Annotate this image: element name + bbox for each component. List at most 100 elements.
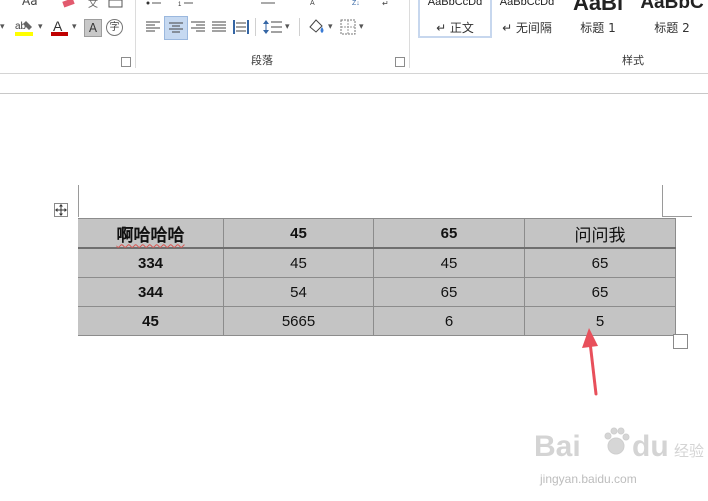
paragraph-dialog-launcher[interactable] xyxy=(395,57,405,67)
table-cell[interactable]: 65 xyxy=(373,277,525,307)
justify-icon[interactable] xyxy=(211,20,227,34)
style-preview: AaBbC xyxy=(640,0,704,13)
clipped-font-text: Aa xyxy=(22,0,38,8)
show-marks-icon[interactable]: ↵ xyxy=(382,0,396,8)
enclose-characters-icon[interactable] xyxy=(108,0,124,8)
move-arrows-icon xyxy=(55,204,67,216)
cell-text: 45 xyxy=(440,254,458,272)
phonetic-guide-text: 文 xyxy=(88,0,98,10)
table-cell[interactable]: 334 xyxy=(69,247,224,278)
paragraph-group-label: 段落 xyxy=(251,55,273,67)
svg-text:Bai: Bai xyxy=(534,430,581,463)
ribbon: Aa 文 ▾ ab ▾ A ▾ A 字 1 A Z↓ ↵ ▾ ▾ ▾ 段落 Aa… xyxy=(0,0,708,74)
style-name: 标题 1 xyxy=(580,21,616,35)
sort-icon[interactable]: A xyxy=(310,0,324,6)
style-heading-1[interactable]: AaBl 标题 1 xyxy=(565,0,631,38)
align-right-icon[interactable] xyxy=(190,20,206,34)
table-row: 334 45 45 65 xyxy=(69,247,676,278)
dropdown-arrow-icon[interactable]: ▾ xyxy=(285,22,290,32)
bullets-icon[interactable] xyxy=(146,0,162,8)
cell-text: 65 xyxy=(440,283,458,301)
table-cell[interactable]: 45 xyxy=(223,247,374,278)
cell-text: 65 xyxy=(440,224,458,242)
dropdown-arrow-icon[interactable]: ▾ xyxy=(38,22,43,32)
toolbar-divider xyxy=(255,18,256,36)
table-cell[interactable]: 65 xyxy=(524,277,676,307)
align-center-icon xyxy=(169,22,183,33)
style-preview: AaBl xyxy=(572,0,624,15)
enclosed-character-button[interactable]: 字 xyxy=(106,19,123,36)
text-highlight-color-icon[interactable]: ab xyxy=(14,18,36,38)
cell-text: 65 xyxy=(591,283,609,301)
style-name: ↵ 正文 xyxy=(436,21,474,35)
svg-text:经验: 经验 xyxy=(674,442,704,460)
svg-text:↵: ↵ xyxy=(382,0,389,8)
table-cell[interactable]: 54 xyxy=(223,277,374,307)
character-shading-button[interactable]: A xyxy=(84,19,102,37)
cell-text: 45 xyxy=(290,224,307,242)
group-separator xyxy=(409,0,410,68)
table-cell[interactable]: 6 xyxy=(373,306,525,336)
cell-text: 344 xyxy=(137,283,164,301)
cell-text: 啊哈哈哈 xyxy=(116,225,185,245)
character-shading-label: A xyxy=(88,21,98,35)
styles-group-label: 样式 xyxy=(622,55,644,67)
annotation-arrow xyxy=(582,328,598,396)
table-cell[interactable]: 45 xyxy=(373,247,525,278)
svg-text:A: A xyxy=(53,18,63,34)
style-heading-2[interactable]: AaBbC 标题 2 xyxy=(636,0,708,38)
cell-text: 45 xyxy=(290,254,307,272)
dropdown-arrow-icon[interactable]: ▾ xyxy=(0,22,5,32)
style-preview: AaBbCcDd xyxy=(427,0,483,8)
style-name: ↵ 无间隔 xyxy=(502,21,552,35)
svg-text:A: A xyxy=(310,0,315,6)
toolbar-divider xyxy=(299,18,300,36)
cell-text: 65 xyxy=(591,254,609,272)
table-cell[interactable]: 45 xyxy=(223,218,374,249)
decrease-indent-icon[interactable] xyxy=(260,0,276,8)
sort-az-icon[interactable]: Z↓ xyxy=(352,0,368,8)
style-preview: AaBbCcDd xyxy=(499,0,555,8)
table-cell[interactable]: 65 xyxy=(373,218,525,249)
align-left-icon[interactable] xyxy=(145,20,161,34)
cell-text: 问问我 xyxy=(574,225,626,245)
eraser-icon[interactable] xyxy=(62,0,76,8)
font-dialog-launcher[interactable] xyxy=(121,57,131,67)
table-cell[interactable]: 344 xyxy=(69,277,224,307)
svg-text:du: du xyxy=(632,430,669,463)
shading-icon[interactable] xyxy=(306,17,328,37)
distributed-icon[interactable] xyxy=(232,18,250,36)
margin-mark xyxy=(78,185,79,217)
svg-text:1: 1 xyxy=(178,2,182,8)
cell-text: 334 xyxy=(137,254,164,272)
style-no-spacing[interactable]: AaBbCcDd ↵ 无间隔 xyxy=(492,0,562,38)
table-cell[interactable]: 45 xyxy=(69,306,224,336)
table-header-row: 啊哈哈哈 45 65 问问我 xyxy=(69,218,676,249)
table-cell[interactable]: 5665 xyxy=(223,306,374,336)
font-color-icon[interactable]: A xyxy=(50,18,70,38)
table-row: 344 54 65 65 xyxy=(69,277,676,307)
line-spacing-icon[interactable] xyxy=(262,18,284,36)
table-cell[interactable]: 问问我 xyxy=(524,218,676,249)
data-table[interactable]: 啊哈哈哈 45 65 问问我 334 45 45 65 344 54 65 65… xyxy=(69,218,676,336)
table-cell[interactable]: 65 xyxy=(524,247,676,278)
group-separator xyxy=(135,0,136,68)
table-move-handle[interactable] xyxy=(54,203,68,217)
margin-mark xyxy=(662,185,663,217)
page-top-boundary xyxy=(0,93,708,94)
style-normal[interactable]: AaBbCcDd ↵ 正文 xyxy=(418,0,492,38)
cell-text: 54 xyxy=(290,283,307,301)
watermark-url: jingyan.baidu.com xyxy=(540,472,637,486)
table-cell[interactable]: 啊哈哈哈 xyxy=(69,218,224,249)
dropdown-arrow-icon[interactable]: ▾ xyxy=(72,22,77,32)
numbering-icon[interactable]: 1 xyxy=(178,0,194,8)
enclosed-character-label: 字 xyxy=(109,22,120,33)
cell-text: 6 xyxy=(444,312,454,330)
svg-text:Z↓: Z↓ xyxy=(352,0,360,7)
borders-icon[interactable] xyxy=(340,19,356,35)
dropdown-arrow-icon[interactable]: ▾ xyxy=(328,22,333,32)
dropdown-arrow-icon[interactable]: ▾ xyxy=(359,22,364,32)
table-resize-handle[interactable] xyxy=(673,334,688,349)
style-name: 标题 2 xyxy=(654,21,690,35)
align-center-button[interactable] xyxy=(164,16,188,40)
